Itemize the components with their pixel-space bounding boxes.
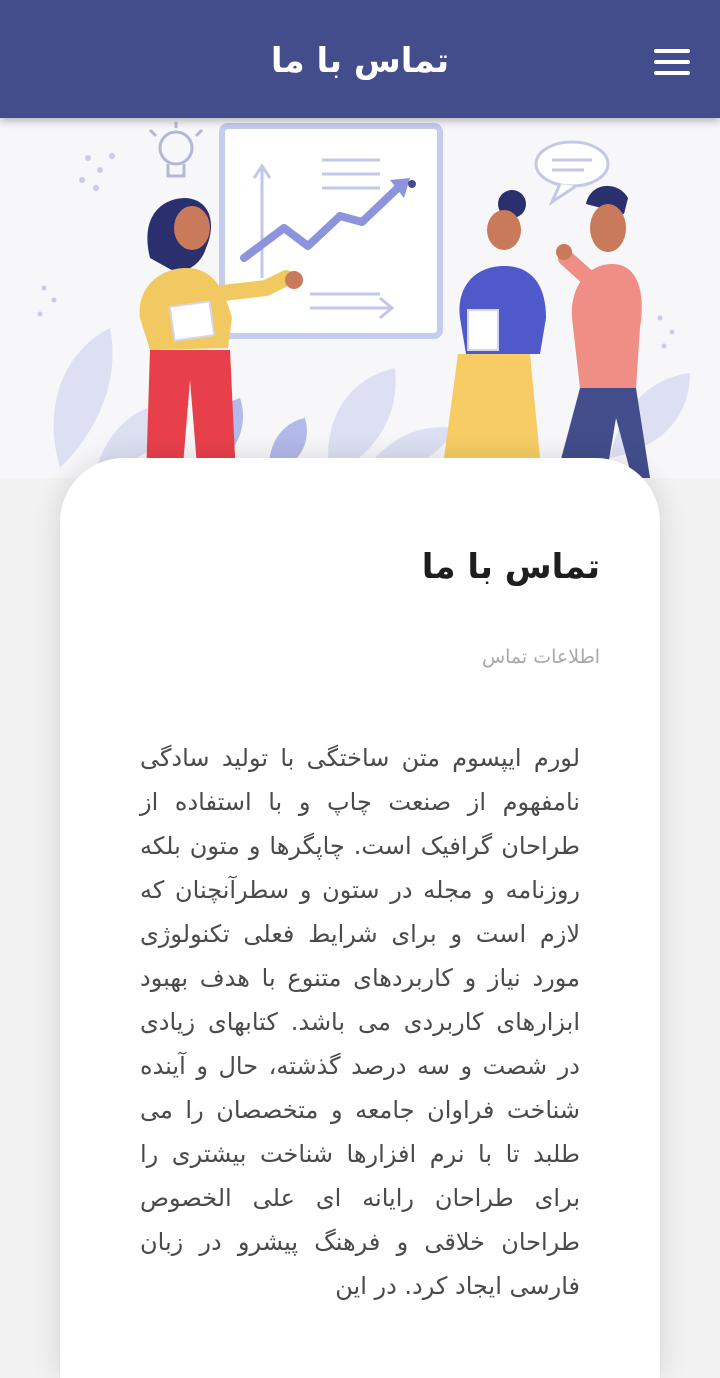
- menu-line-top: [654, 49, 690, 53]
- hero-illustration: [0, 118, 720, 478]
- page-title: تماس با ما: [270, 41, 450, 81]
- contact-description: لورم ایپسوم متن ساختگی با تولید سادگی نا…: [140, 744, 580, 1300]
- business-team-presentation-illustration: [0, 118, 720, 478]
- contact-info-label: اطلاعات تماس: [481, 646, 600, 668]
- menu-line-middle: [654, 60, 690, 64]
- app-bar: تماس با ما: [0, 0, 720, 118]
- whiteboard: [219, 123, 443, 339]
- contact-card: تماس با ما اطلاعات تماس لورم ایپسوم متن …: [60, 458, 660, 1378]
- card-title: تماس با ما: [421, 547, 600, 587]
- menu-line-bottom: [654, 71, 690, 75]
- hamburger-menu-icon[interactable]: [646, 44, 698, 84]
